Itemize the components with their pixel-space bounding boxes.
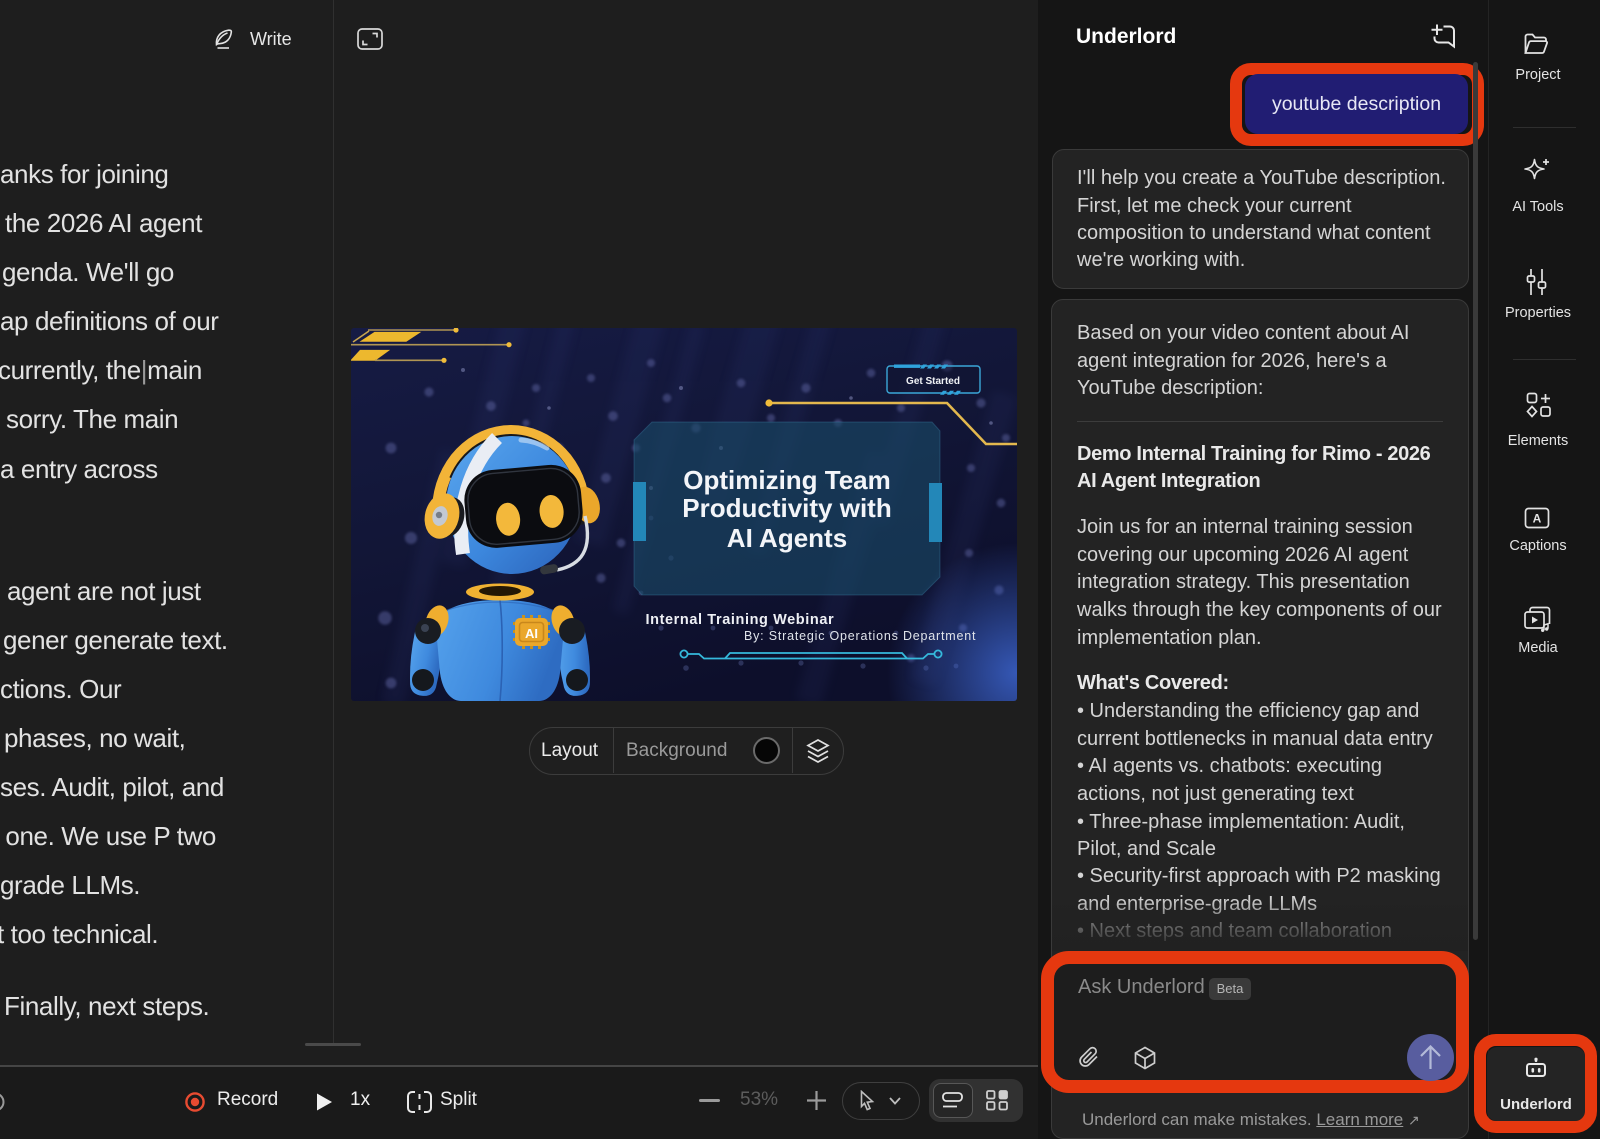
svg-text:Productivity with: Productivity with (682, 493, 891, 523)
svg-text:AI: AI (525, 626, 538, 641)
svg-text:By: Strategic Operations Depar: By: Strategic Operations Department (744, 629, 976, 643)
svg-text:AI Agents: AI Agents (727, 523, 847, 553)
svg-text:Get Started: Get Started (906, 376, 960, 387)
svg-text:Internal Training Webinar: Internal Training Webinar (646, 612, 835, 628)
svg-text:Optimizing Team: Optimizing Team (683, 465, 891, 495)
svg-text:A: A (1533, 512, 1542, 526)
